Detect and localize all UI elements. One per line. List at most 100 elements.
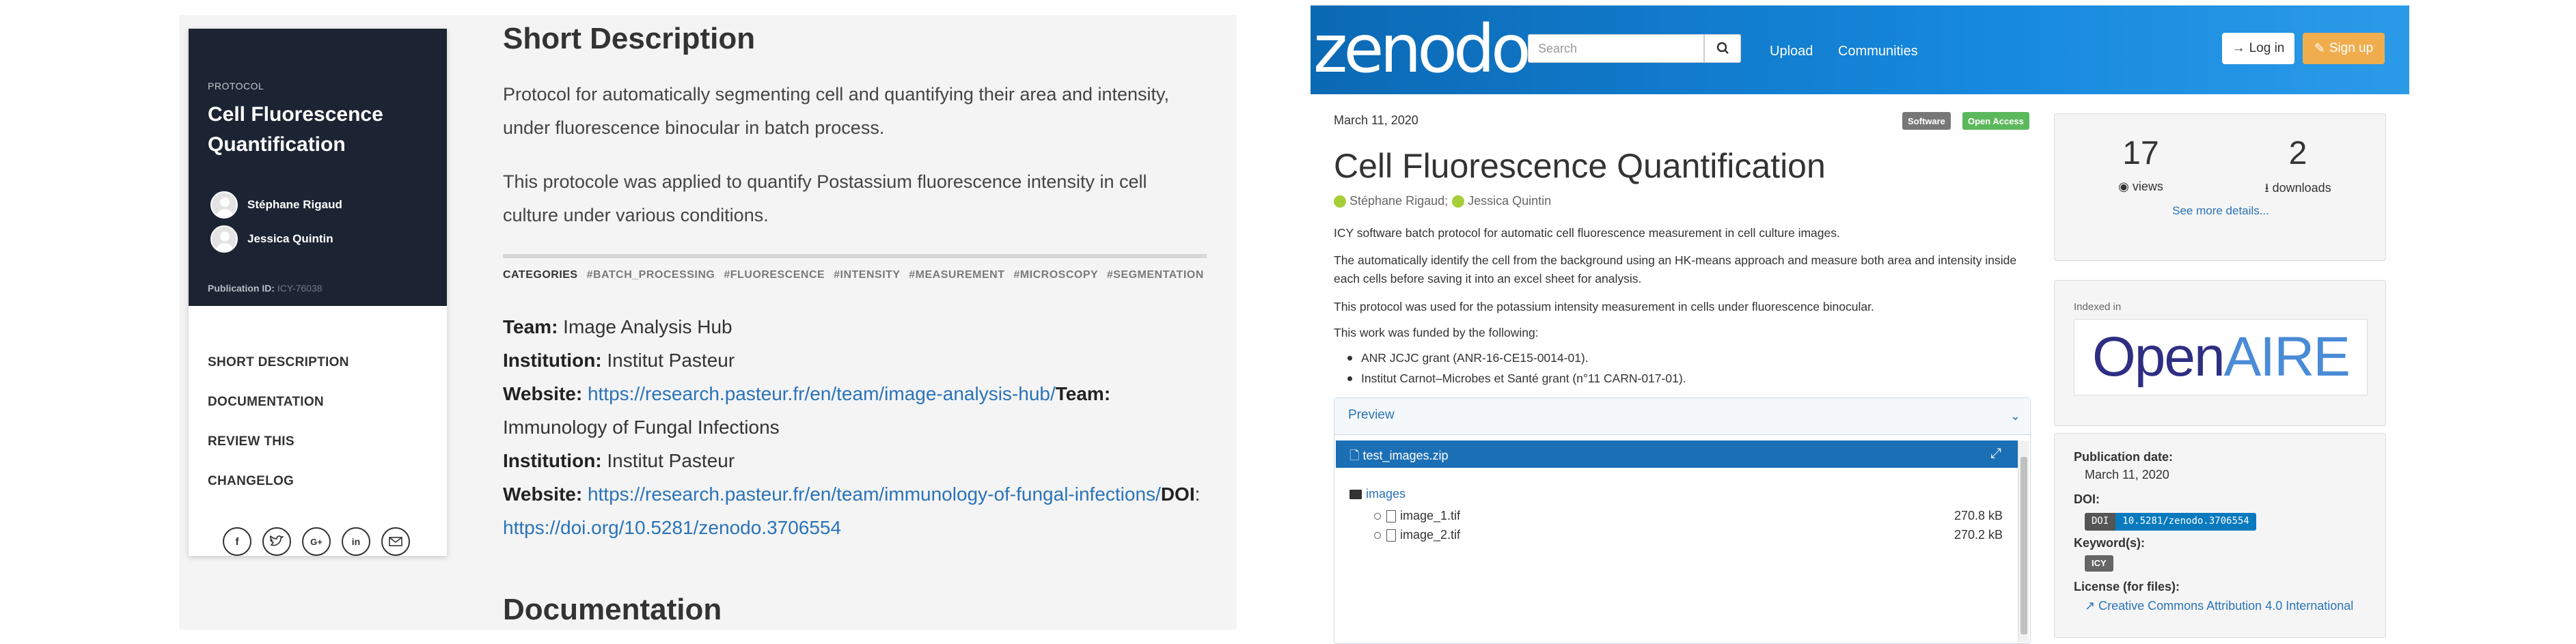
metadata-box: Publication date: March 11, 2020 DOI: DO… <box>2054 433 2386 638</box>
communities-link[interactable]: Communities <box>1838 44 1918 59</box>
category-tag[interactable]: #INTENSITY <box>834 269 900 281</box>
scrollbar[interactable] <box>2018 440 2029 643</box>
doi-link[interactable]: https://doi.org/10.5281/zenodo.3706554 <box>503 517 841 538</box>
short-description-para: Protocol for automatically segmenting ce… <box>503 84 1170 138</box>
website-line: Website: https://research.pasteur.fr/en/… <box>503 484 1201 505</box>
institution-label: Institution: <box>503 450 602 471</box>
team-label: Team: <box>1055 383 1111 404</box>
login-icon: → <box>2232 41 2245 55</box>
category-tag[interactable]: #SEGMENTATION <box>1107 269 1204 281</box>
nav-changelog[interactable]: CHANGELOG <box>208 474 294 489</box>
folder-item[interactable]: images <box>1349 487 1406 501</box>
record-description: The automatically identify the cell from… <box>1334 253 2017 285</box>
record-description: This protocol was used for the potassium… <box>1334 300 1874 313</box>
record-date: March 11, 2020 <box>1334 113 1419 127</box>
orcid-icon <box>1334 195 1346 208</box>
download-icon: ⭳ <box>2264 181 2273 195</box>
short-description-para: This protocole was applied to quantify P… <box>503 171 1147 225</box>
email-icon[interactable] <box>381 527 410 556</box>
author-name: Jessica Quintin <box>247 232 333 245</box>
record-title: Cell Fluorescence Quantification <box>1334 147 1826 185</box>
category-tag[interactable]: #BATCH_PROCESSING <box>587 269 715 281</box>
external-link-icon: ↗ <box>2085 599 2099 613</box>
linkedin-icon[interactable]: in <box>342 527 370 556</box>
search-button[interactable] <box>1704 34 1741 63</box>
team-label: Team: <box>503 316 558 337</box>
open-access-badge: Open Access <box>1962 112 2029 130</box>
team-line: Team: Image Analysis Hub <box>503 310 1214 344</box>
login-button[interactable]: → Log in <box>2222 33 2294 64</box>
google-plus-icon[interactable]: G+ <box>302 527 331 556</box>
nav-review-this[interactable]: REVIEW THIS <box>208 434 294 449</box>
file-size: 270.8 kB <box>1954 509 2003 522</box>
file-name: image_1.tif <box>1400 509 1461 522</box>
openaire-logo-part: Open <box>2092 326 2225 388</box>
file-name: image_2.tif <box>1400 528 1461 542</box>
category-tag[interactable]: #FLUORESCENCE <box>724 269 825 281</box>
doi-label: DOI: <box>2074 492 2100 506</box>
author-link[interactable]: Stéphane Rigaud; <box>1349 194 1448 208</box>
protocol-card-header: PROTOCOL Cell Fluorescence Quantificatio… <box>189 29 447 306</box>
search-input[interactable]: Search <box>1528 34 1704 63</box>
zenodo-navbar: zenodo Search Upload Communities → Log in… <box>1311 5 2409 94</box>
record-description: This work was funded by the following: <box>1334 326 1539 339</box>
bullet-icon <box>1374 531 1381 539</box>
fullscreen-icon[interactable]: ⤢ <box>1990 446 2001 462</box>
avatar <box>210 191 238 219</box>
doi-line: https://doi.org/10.5281/zenodo.3706554 <box>503 511 1214 544</box>
nav-documentation[interactable]: DOCUMENTATION <box>208 395 324 410</box>
preview-header[interactable]: Preview ⌄ <box>1334 398 2030 435</box>
downloads-count: 2 <box>2288 135 2307 171</box>
record-description: ICY software batch protocol for automati… <box>1334 226 1840 240</box>
team-value: Immunology of Fungal Infections <box>503 417 780 438</box>
author-link[interactable]: Jessica Quintin <box>1468 194 1551 208</box>
zenodo-record-page: zenodo Search Upload Communities → Log in… <box>1311 5 2409 644</box>
file-size: 270.2 kB <box>1954 528 2003 542</box>
folder-name: images <box>1366 487 1406 501</box>
protocol-title: Cell Fluorescence Quantification <box>208 103 383 156</box>
doi-badge[interactable]: DOI 10.5281/zenodo.3706554 <box>2085 513 2256 531</box>
short-description-heading: Short Description <box>503 22 756 55</box>
institution-line: Institution: Institut Pasteur <box>503 344 1214 377</box>
indexed-box: Indexed in Open AIRE <box>2054 280 2386 426</box>
website-link[interactable]: https://research.pasteur.fr/en/team/imag… <box>588 383 1056 404</box>
facebook-icon[interactable]: f <box>223 527 251 556</box>
license-label: License (for files): <box>2074 580 2180 593</box>
institution-value: Institut Pasteur <box>607 450 735 471</box>
preview-title: Preview <box>1348 408 1395 422</box>
doi-label: DOI <box>1160 484 1195 505</box>
author-item[interactable]: Jessica Quintin <box>210 225 333 253</box>
nav-short-description[interactable]: SHORT DESCRIPTION <box>208 355 349 370</box>
publication-id-label: Publication ID: <box>208 283 275 294</box>
category-tag[interactable]: #MICROSCOPY <box>1013 269 1097 281</box>
license-link[interactable]: ↗ Creative Commons Attribution 4.0 Inter… <box>2085 599 2353 613</box>
doi-badge-value: 10.5281/zenodo.3706554 <box>2115 513 2256 531</box>
icy-protocol-page: PROTOCOL Cell Fluorescence Quantificatio… <box>179 15 1237 630</box>
publication-date-value: March 11, 2020 <box>2085 468 2169 481</box>
signup-button[interactable]: ✎ Sign up <box>2303 33 2385 64</box>
upload-link[interactable]: Upload <box>1770 44 1813 59</box>
file-item: image_1.tif 270.8 kB <box>1374 509 2003 523</box>
zenodo-logo[interactable]: zenodo <box>1313 15 1531 83</box>
keyword-badge[interactable]: ICY <box>2085 555 2113 572</box>
stats-box: 17 ◉ views 2 ⭳ downloads See more detail… <box>2054 113 2386 261</box>
see-more-details-link[interactable]: See more details... <box>2055 204 2387 218</box>
scrollbar-thumb[interactable] <box>2020 457 2027 634</box>
website-link[interactable]: https://research.pasteur.fr/en/team/immu… <box>588 484 1161 505</box>
category-tag[interactable]: #MEASUREMENT <box>909 269 1004 281</box>
openaire-logo[interactable]: Open AIRE <box>2074 319 2368 395</box>
twitter-icon[interactable] <box>262 527 291 556</box>
author-name: Stéphane Rigaud <box>247 198 342 211</box>
downloads-label: ⭳ downloads <box>2230 180 2366 200</box>
funding-item: Institut Carnot–Microbes et Santé grant … <box>1347 372 1686 385</box>
eye-icon: ◉ <box>2118 180 2133 193</box>
license-text: Creative Commons Attribution 4.0 Interna… <box>2098 599 2354 613</box>
zip-file-bar: 🗋 test_images.zip ⤢ <box>1336 440 2019 468</box>
views-count: 17 <box>2122 135 2159 171</box>
record-authors: Stéphane Rigaud; Jessica Quintin <box>1334 194 1551 208</box>
author-item[interactable]: Stéphane Rigaud <box>210 191 342 219</box>
funding-item: ANR JCJC grant (ANR-16-CE15-0014-01). <box>1347 351 1589 365</box>
chevron-down-icon[interactable]: ⌄ <box>2010 409 2020 423</box>
categories: CATEGORIES #BATCH_PROCESSING #FLUORESCEN… <box>503 269 1204 281</box>
signup-label: Sign up <box>2329 41 2374 55</box>
